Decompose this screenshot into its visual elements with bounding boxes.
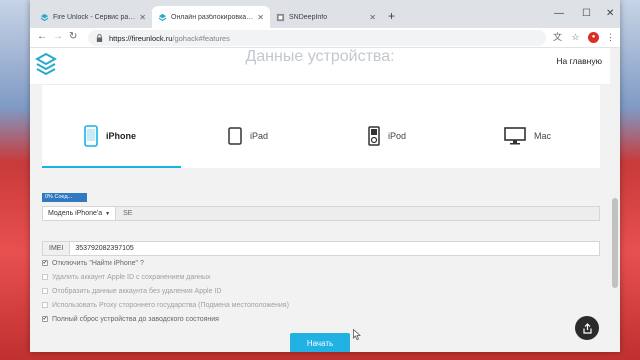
close-window-button[interactable]: ✕ xyxy=(606,8,614,19)
share-icon xyxy=(582,322,592,334)
start-button[interactable]: Начать xyxy=(290,333,350,352)
checkbox[interactable]: ✔ xyxy=(42,316,48,322)
tab-ipad[interactable]: iPad xyxy=(228,127,268,145)
profile-avatar[interactable]: ● xyxy=(588,32,599,43)
forward-button[interactable]: → xyxy=(53,31,63,42)
browser-tab-fireunlock[interactable]: Fire Unlock - Сервис разблокир... ✕ xyxy=(34,6,152,28)
share-button[interactable] xyxy=(575,316,599,340)
browser-toolbar: ← → ↻ https://fireunlock.ru/gohack#featu… xyxy=(30,28,620,48)
model-select[interactable]: Модель iPhone'а ▼ xyxy=(43,207,117,220)
menu-dots-icon[interactable]: ⋮ xyxy=(605,32,616,43)
lock-icon xyxy=(96,34,103,42)
browser-tab-online-unlock[interactable]: Онлайн разблокировка - Fire U... ✕ xyxy=(152,6,270,28)
imei-row: IMEI 353792082397105 xyxy=(42,241,600,256)
sndeepinfo-favicon-icon xyxy=(276,13,285,21)
tab-label: iPod xyxy=(388,131,407,141)
main-content: iPhone iPad iPod Mac 0% Соед... Модель i… xyxy=(30,85,610,352)
site-header: Данные устройства: На главную xyxy=(30,48,610,85)
checkbox[interactable] xyxy=(42,288,48,294)
tab-label: iPad xyxy=(250,131,269,141)
scrollbar-thumb[interactable] xyxy=(612,198,618,288)
tab-strip: Fire Unlock - Сервис разблокир... ✕ Онла… xyxy=(30,0,620,28)
option-factory-reset[interactable]: ✔ Полный сброс устройства до заводского … xyxy=(42,314,219,324)
url-host: https://fireunlock.ru xyxy=(109,33,173,43)
page-scrollbar[interactable] xyxy=(610,48,620,352)
ipad-icon xyxy=(228,127,242,145)
option-label: Удалить аккаунт Apple ID с сохранением д… xyxy=(52,273,211,281)
translate-icon[interactable]: 文 xyxy=(552,32,563,43)
mac-icon xyxy=(504,127,526,145)
model-value-field[interactable]: SE xyxy=(116,207,599,220)
iphone-icon xyxy=(84,125,98,147)
fireunlock-favicon-icon xyxy=(158,13,167,21)
minimize-window-button[interactable]: — xyxy=(554,8,564,19)
checkbox[interactable]: ✔ xyxy=(42,260,48,266)
option-label: Использовать Proxy стороннего государств… xyxy=(52,301,289,309)
tab-mac[interactable]: Mac xyxy=(504,127,551,145)
address-bar[interactable]: https://fireunlock.ru/gohack#features xyxy=(88,30,546,46)
option-delete-apple-id[interactable]: Удалить аккаунт Apple ID с сохранением д… xyxy=(42,272,211,282)
tab-label: Fire Unlock - Сервис разблокир... xyxy=(53,13,136,21)
option-disable-find-iphone[interactable]: ✔ Отключить "Найти iPhone" ? xyxy=(42,258,144,268)
browser-window: Fire Unlock - Сервис разблокир... ✕ Онла… xyxy=(30,0,620,352)
new-tab-button[interactable]: + xyxy=(388,9,395,23)
mouse-cursor-icon xyxy=(353,329,361,340)
ipod-icon xyxy=(368,126,380,146)
tab-label: Онлайн разблокировка - Fire U... xyxy=(171,13,253,21)
device-tabs: iPhone iPad iPod Mac xyxy=(42,85,600,168)
browser-tab-sndeepinfo[interactable]: SNDeepInfo ✕ xyxy=(270,6,382,28)
tab-iphone[interactable]: iPhone xyxy=(84,125,137,147)
model-row: Модель iPhone'а ▼ SE xyxy=(42,206,600,221)
option-label: Отобразить данные аккаунта без удаления … xyxy=(52,287,222,295)
caret-down-icon: ▼ xyxy=(105,210,111,217)
tab-label: iPhone xyxy=(106,131,137,141)
checkbox[interactable] xyxy=(42,274,48,280)
back-button[interactable]: ← xyxy=(37,31,47,42)
option-show-account-data[interactable]: Отобразить данные аккаунта без удаления … xyxy=(42,286,221,296)
tab-label: SNDeepInfo xyxy=(289,13,328,21)
option-label: Отключить "Найти iPhone" ? xyxy=(52,259,144,267)
model-select-label: Модель iPhone'а xyxy=(48,210,103,217)
active-tab-indicator xyxy=(42,166,181,168)
checkbox[interactable] xyxy=(42,302,48,308)
connection-progress-bar: 0% Соед... xyxy=(42,193,87,202)
home-link[interactable]: На главную xyxy=(556,56,602,66)
page-viewport: Данные устройства: На главную iPhone iPa… xyxy=(30,48,620,352)
reload-button[interactable]: ↻ xyxy=(69,31,77,42)
fireunlock-favicon-icon xyxy=(40,13,49,21)
close-tab-icon[interactable]: ✕ xyxy=(253,13,264,22)
close-tab-icon[interactable]: ✕ xyxy=(365,13,376,22)
imei-input[interactable]: 353792082397105 xyxy=(70,242,599,255)
url-path: /gohack#features xyxy=(172,33,230,43)
option-use-proxy[interactable]: Использовать Proxy стороннего государств… xyxy=(42,300,289,310)
close-tab-icon[interactable]: ✕ xyxy=(135,13,146,22)
progress-label: 0% Соед... xyxy=(45,194,73,200)
tab-ipod[interactable]: iPod xyxy=(368,126,407,146)
tab-label: Mac xyxy=(534,131,552,141)
imei-label: IMEI xyxy=(43,242,71,255)
bookmark-star-icon[interactable]: ☆ xyxy=(570,32,581,43)
option-label: Полный сброс устройства до заводского со… xyxy=(52,315,219,323)
maximize-window-button[interactable]: ☐ xyxy=(582,8,591,19)
page-title: Данные устройства: xyxy=(245,48,395,65)
